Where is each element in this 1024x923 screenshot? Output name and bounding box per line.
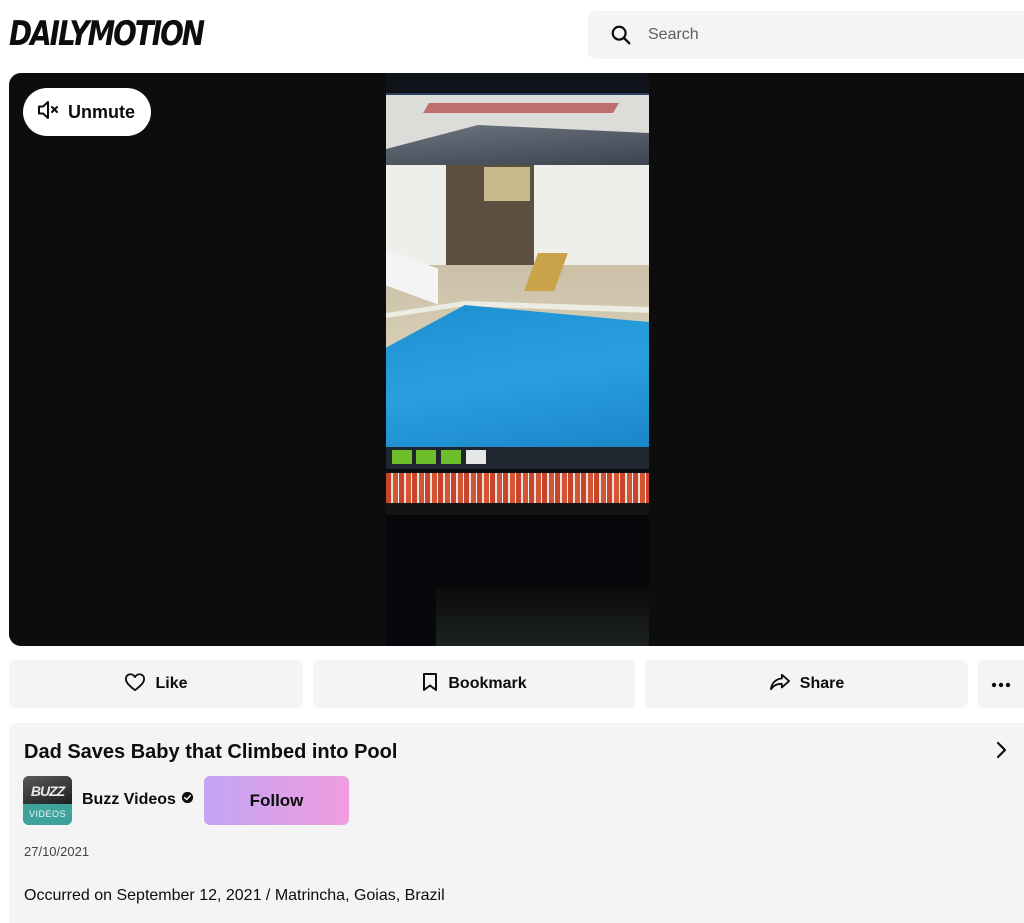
follow-button[interactable]: Follow bbox=[204, 776, 349, 825]
video-player[interactable]: Unmute bbox=[9, 73, 1024, 646]
chevron-right-icon[interactable] bbox=[991, 740, 1011, 760]
share-arrow-icon bbox=[769, 672, 791, 697]
follow-label: Follow bbox=[249, 790, 304, 810]
like-button[interactable]: Like bbox=[9, 660, 303, 708]
share-button[interactable]: Share bbox=[645, 660, 968, 708]
heart-icon bbox=[124, 672, 146, 697]
video-frame bbox=[386, 73, 649, 646]
like-label: Like bbox=[155, 675, 188, 692]
channel-avatar[interactable]: BUZZ VIDEOS bbox=[23, 776, 72, 825]
channel-link[interactable]: Buzz Videos bbox=[82, 791, 194, 809]
unmute-label: Unmute bbox=[68, 101, 135, 122]
video-info-panel: Dad Saves Baby that Climbed into Pool BU… bbox=[9, 723, 1024, 923]
bookmark-icon bbox=[421, 672, 439, 697]
avatar-logo-top: BUZZ bbox=[23, 776, 72, 804]
search-icon bbox=[609, 23, 633, 47]
bookmark-button[interactable]: Bookmark bbox=[313, 660, 635, 708]
search-input[interactable] bbox=[648, 26, 1008, 44]
unmute-button[interactable]: Unmute bbox=[23, 88, 151, 136]
video-title: Dad Saves Baby that Climbed into Pool bbox=[24, 741, 398, 763]
more-options-button[interactable] bbox=[978, 660, 1024, 708]
video-description: Occurred on September 12, 2021 / Matrinc… bbox=[24, 887, 445, 904]
bookmark-label: Bookmark bbox=[448, 675, 527, 692]
more-dots-icon bbox=[991, 675, 1011, 693]
search-bar[interactable] bbox=[588, 11, 1024, 59]
channel-name: Buzz Videos bbox=[82, 791, 176, 808]
speaker-muted-icon bbox=[36, 99, 60, 126]
avatar-logo-bottom: VIDEOS bbox=[23, 804, 72, 825]
share-label: Share bbox=[799, 675, 845, 692]
verified-badge-icon bbox=[181, 791, 194, 809]
upload-date: 27/10/2021 bbox=[24, 844, 90, 859]
dailymotion-logo[interactable]: DAILYMOTION bbox=[9, 14, 205, 54]
